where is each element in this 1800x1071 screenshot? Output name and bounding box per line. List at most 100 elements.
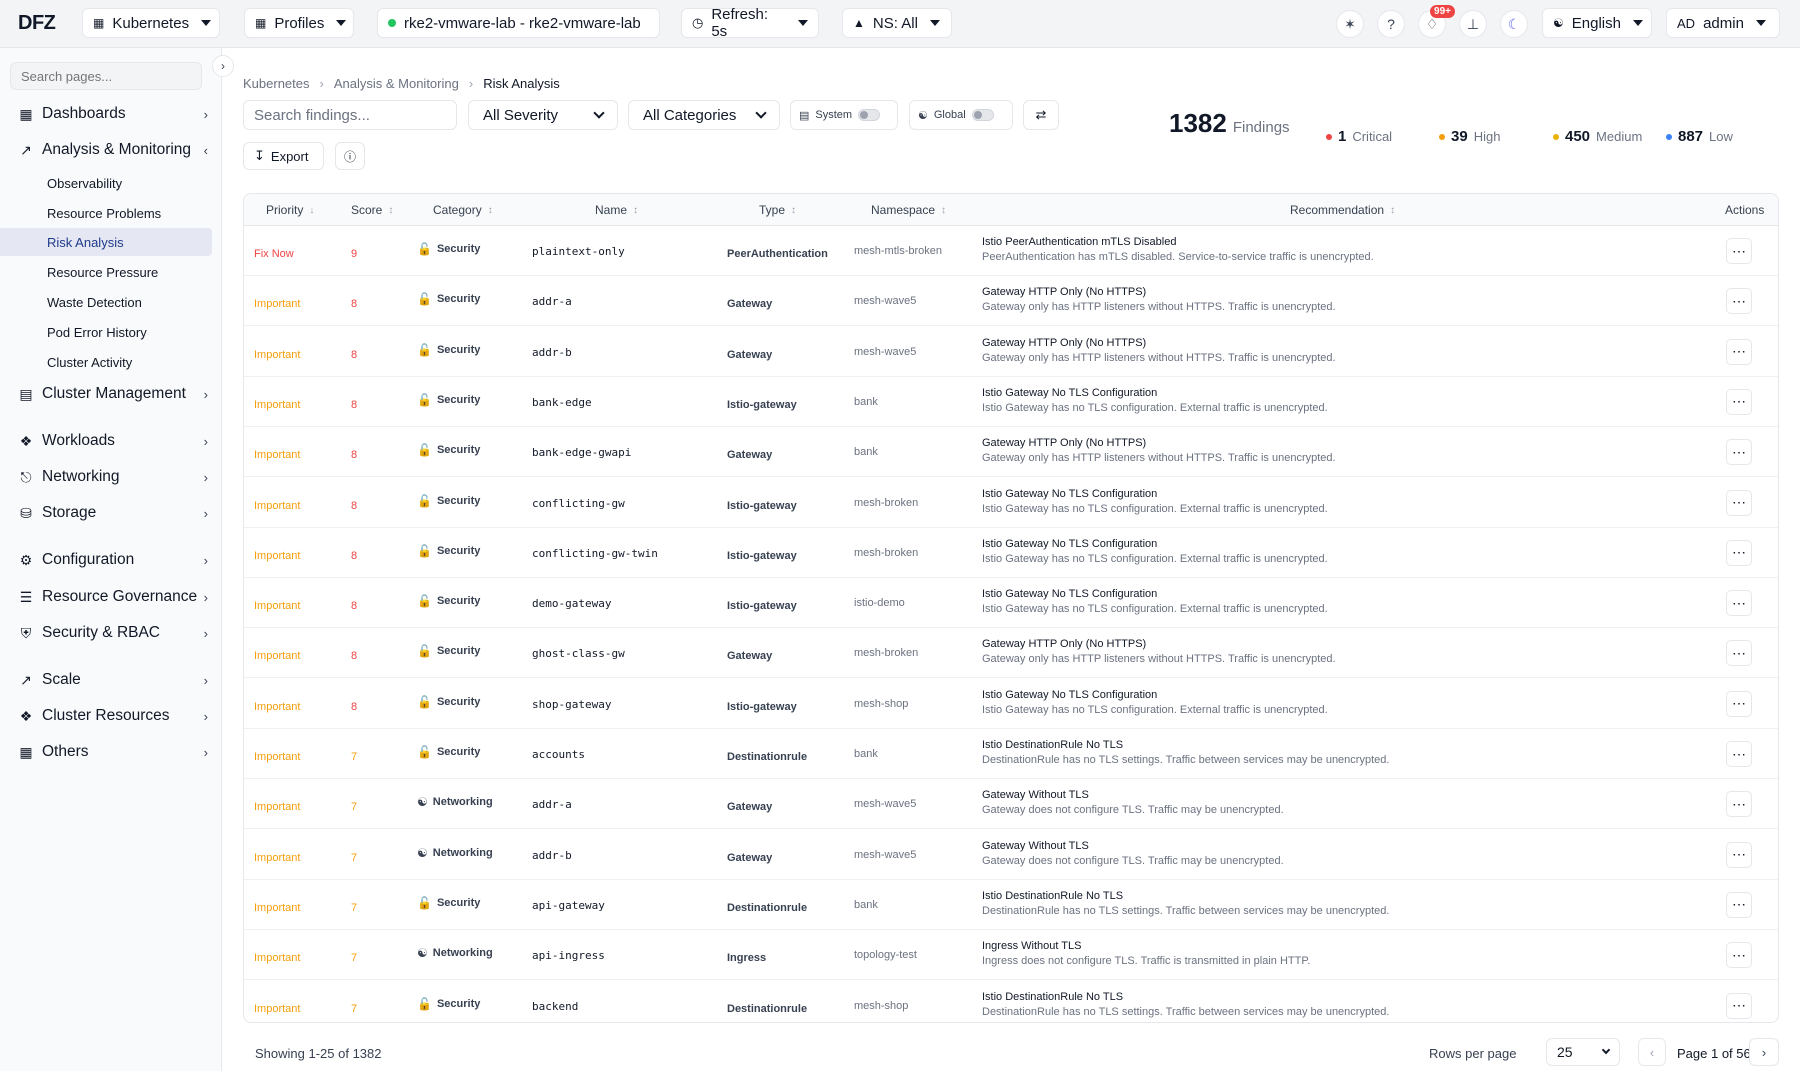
row-actions-button[interactable]: ⋯: [1726, 590, 1752, 617]
global-switch[interactable]: [971, 109, 994, 121]
column-header-type[interactable]: Type ↕: [759, 203, 796, 217]
sidebar-subitem-resource-problems[interactable]: Resource Problems: [0, 199, 212, 227]
info-button[interactable]: ⓘ: [335, 142, 365, 170]
row-actions-button[interactable]: ⋯: [1726, 841, 1752, 868]
sidebar-collapse-button[interactable]: ›: [212, 55, 234, 77]
sidebar-item-security-rbac[interactable]: ⛨ Security & RBAC ›: [0, 618, 222, 648]
sidebar-item-cluster-management[interactable]: ▤ Cluster Management ›: [0, 379, 222, 409]
resource-name[interactable]: addr-b: [532, 849, 572, 862]
breadcrumb-item[interactable]: Analysis & Monitoring: [334, 76, 459, 91]
namespace-selector[interactable]: ▲ NS: All: [842, 8, 952, 38]
sidebar-item-resource-governance[interactable]: ☰ Resource Governance ›: [0, 582, 222, 612]
row-actions-button[interactable]: ⋯: [1726, 992, 1752, 1019]
row-actions-button[interactable]: ⋯: [1726, 741, 1752, 767]
table-row[interactable]: Fix Now 9 🔓 Security plaintext-only PeerAuthe…: [244, 226, 1778, 276]
table-row[interactable]: Important 8 🔓 Security conflicting-gw-twin Is…: [244, 528, 1778, 578]
sidebar-item-others[interactable]: ▦ Others ›: [0, 737, 222, 767]
table-row[interactable]: Important 8 🔓 Security conflicting-gw Istio-g…: [244, 478, 1778, 528]
table-row[interactable]: Important 7 ☯ Networking addr-b Gateway mesh-w…: [244, 830, 1778, 880]
sidebar-item-dashboards[interactable]: ▦ Dashboards ›: [0, 99, 222, 129]
column-header-namespace[interactable]: Namespace ↕: [871, 203, 946, 217]
sidebar-subitem-risk-analysis[interactable]: Risk Analysis: [0, 228, 212, 256]
resource-name[interactable]: backend: [532, 1000, 578, 1013]
severity-select[interactable]: All Severity: [468, 100, 618, 130]
sidebar-item-configuration[interactable]: ⚙ Configuration ›: [0, 545, 222, 575]
sidebar-search-input[interactable]: [10, 62, 202, 90]
row-actions-button[interactable]: ⋯: [1726, 238, 1752, 264]
sidebar-subitem-waste-detection[interactable]: Waste Detection: [0, 288, 212, 316]
resource-name[interactable]: addr-b: [532, 346, 572, 359]
table-row[interactable]: Important 8 🔓 Security bank-edge-gwapi Gatewa…: [244, 427, 1778, 478]
next-page-button[interactable]: ›: [1749, 1038, 1779, 1066]
table-row[interactable]: Important 8 🔓 Security demo-gateway Istio-gat…: [244, 578, 1778, 629]
column-header-category[interactable]: Category ↕: [433, 203, 493, 217]
table-row[interactable]: Important 7 🔓 Security accounts Destinationru…: [244, 729, 1778, 779]
pin-button[interactable]: ⊥: [1459, 10, 1487, 38]
resource-name[interactable]: ghost-class-gw: [532, 647, 625, 660]
sidebar-subitem-cluster-activity[interactable]: Cluster Activity: [0, 348, 212, 376]
refresh-selector[interactable]: ◷ Refresh: 5s: [681, 6, 819, 40]
row-actions-button[interactable]: ⋯: [1726, 288, 1752, 315]
row-actions-button[interactable]: ⋯: [1726, 640, 1752, 667]
table-row[interactable]: Important 8 🔓 Security bank-edge Istio-gatewa…: [244, 377, 1778, 427]
categories-select[interactable]: All Categories: [628, 100, 780, 130]
column-header-score[interactable]: Score ↕: [351, 203, 393, 217]
notifications-button[interactable]: ♢ 99+: [1418, 5, 1455, 38]
resource-name[interactable]: addr-a: [532, 295, 572, 308]
sidebar-item-workloads[interactable]: ❖ Workloads ›: [0, 426, 222, 456]
resource-name[interactable]: api-ingress: [532, 949, 605, 962]
global-toggle[interactable]: ☯ Global: [909, 100, 1013, 130]
row-actions-button[interactable]: ⋯: [1726, 891, 1752, 918]
row-actions-button[interactable]: ⋯: [1726, 388, 1752, 415]
table-row[interactable]: Important 8 🔓 Security ghost-class-gw Gateway…: [244, 628, 1778, 679]
language-selector[interactable]: ☯ English: [1542, 8, 1652, 38]
user-menu[interactable]: AD admin: [1666, 8, 1780, 38]
sidebar-item-storage[interactable]: ⛁ Storage ›: [0, 498, 222, 528]
row-actions-button[interactable]: ⋯: [1726, 942, 1752, 969]
export-button[interactable]: ↧ Export: [243, 142, 324, 170]
table-row[interactable]: Important 7 🔓 Security backend Destinationrul…: [244, 981, 1778, 1023]
cluster-selector[interactable]: ▦ Kubernetes: [82, 8, 220, 38]
table-row[interactable]: Important 8 🔓 Security shop-gateway Istio-gat…: [244, 679, 1778, 729]
resource-name[interactable]: plaintext-only: [532, 245, 625, 258]
sidebar-item-analysis-monitoring[interactable]: ↗ Analysis & Monitoring ‹: [0, 135, 222, 165]
sidebar-item-cluster-resources[interactable]: ❖ Cluster Resources ›: [0, 701, 222, 731]
column-header-name[interactable]: Name ↕: [595, 203, 638, 217]
system-switch[interactable]: [858, 109, 881, 121]
filter-settings-button[interactable]: ⇄: [1023, 100, 1059, 130]
sidebar-item-networking[interactable]: ⎋ Networking ›: [0, 462, 222, 492]
resource-name[interactable]: conflicting-gw: [532, 497, 625, 510]
table-row[interactable]: Important 7 ☯ Networking api-ingress Ingress t…: [244, 930, 1778, 981]
table-row[interactable]: Important 8 🔓 Security addr-a Gateway mesh-wav…: [244, 276, 1778, 327]
row-actions-button[interactable]: ⋯: [1726, 539, 1752, 566]
column-header-recommendation[interactable]: Recommendation ↕: [1290, 203, 1395, 217]
resource-name[interactable]: conflicting-gw-twin: [532, 547, 658, 560]
sidebar-subitem-resource-pressure[interactable]: Resource Pressure: [0, 258, 212, 286]
ai-assistant-button[interactable]: ✶: [1336, 10, 1364, 38]
column-header-priority[interactable]: Priority ↓: [266, 203, 314, 217]
prev-page-button[interactable]: ‹: [1638, 1038, 1666, 1066]
resource-name[interactable]: bank-edge-gwapi: [532, 446, 631, 459]
resource-name[interactable]: api-gateway: [532, 899, 605, 912]
table-row[interactable]: Important 8 🔓 Security addr-b Gateway mesh-wav…: [244, 327, 1778, 377]
row-actions-button[interactable]: ⋯: [1726, 791, 1752, 818]
app-logo[interactable]: DFZ: [18, 12, 56, 35]
profiles-selector[interactable]: ▦ Profiles: [244, 8, 354, 38]
table-row[interactable]: Important 7 ☯ Networking addr-a Gateway mesh-w…: [244, 779, 1778, 830]
resource-name[interactable]: accounts: [532, 748, 585, 761]
breadcrumb-item[interactable]: Kubernetes: [243, 76, 310, 91]
rows-per-page-select[interactable]: 25: [1546, 1038, 1620, 1066]
row-actions-button[interactable]: ⋯: [1726, 489, 1752, 516]
row-actions-button[interactable]: ⋯: [1726, 338, 1752, 365]
theme-toggle-button[interactable]: ☾: [1500, 10, 1528, 38]
sidebar-item-scale[interactable]: ↗ Scale ›: [0, 665, 222, 695]
resource-name[interactable]: bank-edge: [532, 396, 592, 409]
help-button[interactable]: ?: [1377, 10, 1405, 38]
sidebar-subitem-observability[interactable]: Observability: [0, 169, 212, 197]
system-toggle[interactable]: ▤ System: [790, 100, 898, 130]
row-actions-button[interactable]: ⋯: [1726, 690, 1752, 717]
resource-name[interactable]: shop-gateway: [532, 698, 611, 711]
row-actions-button[interactable]: ⋯: [1726, 439, 1752, 466]
resource-name[interactable]: demo-gateway: [532, 597, 611, 610]
resource-name[interactable]: addr-a: [532, 798, 572, 811]
